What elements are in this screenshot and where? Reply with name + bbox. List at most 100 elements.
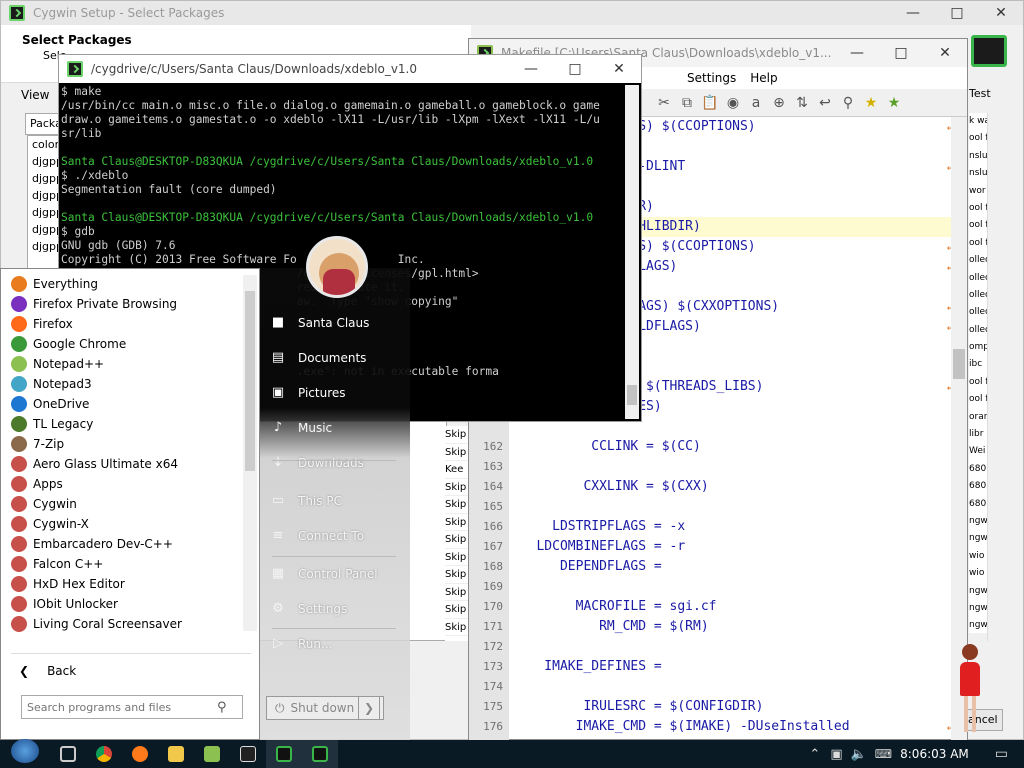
start-program-item[interactable]: Notepad++ <box>1 354 243 374</box>
code-line[interactable]: LDCOMBINEFLAGS = -r <box>513 537 953 557</box>
code-line[interactable] <box>513 457 953 477</box>
task-view-button[interactable] <box>50 740 86 768</box>
start-place-item[interactable]: ■ Santa Claus <box>270 308 370 338</box>
code-line[interactable]: IMAKE_CMD = $(IMAKE) -DUseInstalled ↲ <box>513 717 953 737</box>
start-place-item[interactable]: ▭ This PC <box>270 486 342 516</box>
start-program-item[interactable]: 7-Zip <box>1 434 243 454</box>
code-line[interactable] <box>513 497 953 517</box>
volume-icon[interactable]: 🔈 <box>851 747 867 762</box>
program-label: OneDrive <box>33 397 90 411</box>
back-button[interactable]: ❮ Back <box>19 661 76 681</box>
code-text: MACROFILE = sgi.cf <box>513 599 717 614</box>
program-list: Everything Firefox Private Browsing Firefo… <box>1 274 243 634</box>
start-program-item[interactable]: Google Chrome <box>1 334 243 354</box>
code-line[interactable]: RM_CMD = $(RM) <box>513 617 953 637</box>
copy-icon[interactable]: ⧉ <box>677 93 697 113</box>
code-line[interactable]: MACROFILE = sgi.cf <box>513 597 953 617</box>
cut-icon[interactable]: ✂ <box>654 93 674 113</box>
menu-help[interactable]: Help <box>750 71 777 85</box>
maximize-button[interactable]: □ <box>935 0 979 28</box>
avatar[interactable] <box>306 236 368 298</box>
code-line[interactable] <box>513 637 953 657</box>
search-input[interactable] <box>27 700 217 714</box>
code-line[interactable]: IRULESRC = $(CONFIGDIR) <box>513 697 953 717</box>
star-macro-icon[interactable]: ★ <box>884 93 904 113</box>
close-button[interactable]: ✕ <box>979 0 1023 28</box>
terminal-line: $ make <box>61 85 102 98</box>
start-program-item[interactable]: Cygwin-X <box>1 514 243 534</box>
start-place-item[interactable]: ▣ Pictures <box>270 378 346 408</box>
start-program-item[interactable]: IObit Unlocker <box>1 594 243 614</box>
start-program-item[interactable]: TL Legacy <box>1 414 243 434</box>
start-program-item[interactable]: HxD Hex Editor <box>1 574 243 594</box>
start-place-item[interactable]: ↓ Downloads <box>270 448 364 478</box>
taskbar-explorer[interactable] <box>158 740 194 768</box>
package-column-header[interactable]: Packa <box>25 113 62 135</box>
code-line[interactable] <box>513 577 953 597</box>
code-line[interactable] <box>513 677 953 697</box>
start-button[interactable] <box>0 739 50 768</box>
npp-minimize-button[interactable]: — <box>835 38 879 68</box>
start-place-item[interactable]: ▤ Documents <box>270 343 367 373</box>
start-place-item[interactable]: ♪ Music <box>270 413 332 443</box>
program-label: Cygwin-X <box>33 517 89 531</box>
taskbar-cygwin-setup[interactable] <box>266 740 302 768</box>
start-program-item[interactable]: Embarcadero Dev-C++ <box>1 534 243 554</box>
terminal-scrollbar[interactable] <box>625 85 639 419</box>
start-program-item[interactable]: Aero Glass Ultimate x64 <box>1 454 243 474</box>
start-place-item[interactable]: ⚙ Settings <box>270 594 347 624</box>
zoom-in-icon[interactable]: ⊕ <box>769 93 789 113</box>
code-line[interactable]: LDSTRIPFLAGS = -x <box>513 517 953 537</box>
taskbar-chrome[interactable] <box>86 740 122 768</box>
start-program-item[interactable]: Cygwin <box>1 494 243 514</box>
line-number: 170 <box>483 600 503 613</box>
chevron-up-icon[interactable]: ⌃ <box>809 747 820 762</box>
code-line[interactable]: CXXLINK = $(CXX) <box>513 477 953 497</box>
program-list-scrollbar[interactable] <box>243 275 257 631</box>
ime-icon[interactable]: ⌨ <box>875 747 892 761</box>
program-label: Notepad3 <box>33 377 92 391</box>
word-wrap-icon[interactable]: ↩ <box>815 93 835 113</box>
start-program-item[interactable]: Everything <box>1 274 243 294</box>
taskbar-7zip[interactable] <box>230 740 266 768</box>
action-center-icon[interactable]: ▭ <box>995 746 1008 762</box>
clock[interactable]: 8:06:03 AM <box>900 747 969 761</box>
start-program-item[interactable]: OneDrive <box>1 394 243 414</box>
setup-scrollbar[interactable] <box>987 113 1003 641</box>
taskbar-firefox[interactable] <box>122 740 158 768</box>
code-line[interactable]: IMAKE_DEFINES = <box>513 657 953 677</box>
code-line[interactable]: CCLINK = $(CC) <box>513 437 953 457</box>
start-program-item[interactable]: Firefox Private Browsing <box>1 294 243 314</box>
back-label: Back <box>47 664 77 678</box>
zoom-icon[interactable]: ⚲ <box>838 93 858 113</box>
find-icon[interactable]: ◉ <box>723 93 743 113</box>
start-place-item[interactable]: ≡ Connect To <box>270 521 365 551</box>
terminal-minimize-button[interactable]: — <box>509 54 553 84</box>
start-program-item[interactable]: Notepad3 <box>1 374 243 394</box>
network-icon[interactable]: ▣ <box>830 747 842 762</box>
sync-scroll-icon[interactable]: ⇅ <box>792 93 812 113</box>
taskbar-terminal[interactable] <box>302 740 338 768</box>
shutdown-label: Shut down <box>290 701 355 715</box>
menu-settings[interactable]: Settings <box>687 71 736 85</box>
minimize-button[interactable]: — <box>891 0 935 28</box>
replace-icon[interactable]: a <box>746 93 766 113</box>
start-program-item[interactable]: Falcon C++ <box>1 554 243 574</box>
paste-icon[interactable]: 📋 <box>700 93 720 113</box>
start-program-item[interactable]: Firefox <box>1 314 243 334</box>
start-place-item[interactable]: ▦ Control Panel <box>270 559 378 589</box>
taskbar-notepadpp[interactable] <box>194 740 230 768</box>
star-icon[interactable]: ★ <box>861 93 881 113</box>
shutdown-options-button[interactable]: ❯ <box>358 696 380 720</box>
npp-close-button[interactable]: ✕ <box>923 38 967 68</box>
start-place-item[interactable]: ▷ Run... <box>270 629 332 659</box>
code-line[interactable]: DEPENDFLAGS = <box>513 557 953 577</box>
start-program-item[interactable]: Living Coral Screensaver <box>1 614 243 634</box>
npp-maximize-button[interactable]: □ <box>879 38 923 68</box>
terminal-prompt-line: Santa Claus@DESKTOP-D83QKUA /cygdrive/c/… <box>61 155 594 168</box>
terminal-close-button[interactable]: ✕ <box>597 54 641 84</box>
terminal-maximize-button[interactable]: □ <box>553 54 597 84</box>
start-program-item[interactable]: Apps <box>1 474 243 494</box>
code-text: IMAKE_DEFINES = <box>513 659 662 674</box>
test-checkbox-label[interactable]: Test <box>969 87 991 100</box>
